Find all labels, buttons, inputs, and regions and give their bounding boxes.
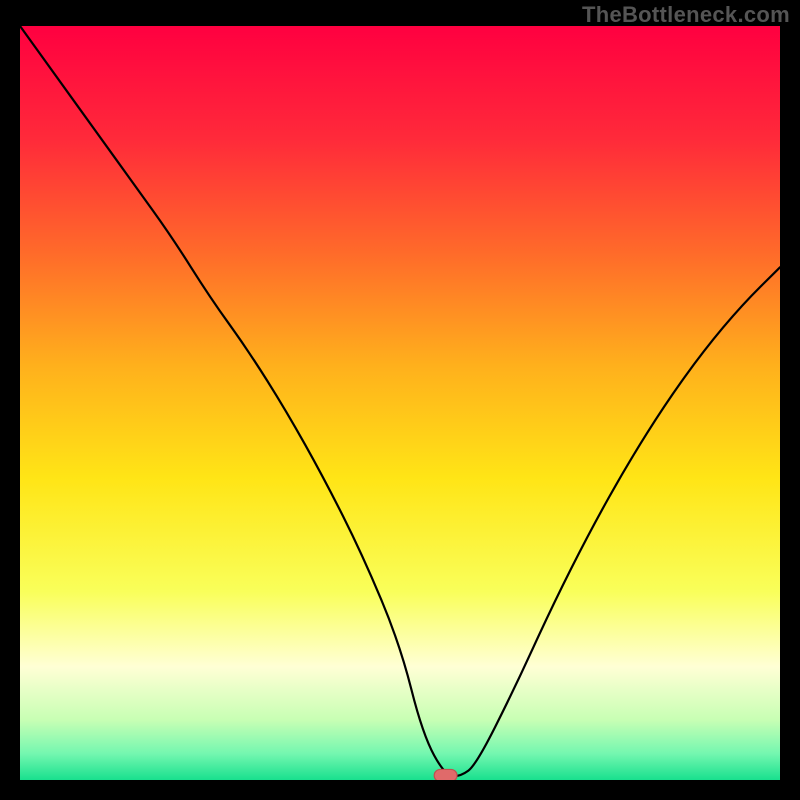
watermark-text: TheBottleneck.com bbox=[582, 2, 790, 28]
plot-area bbox=[20, 26, 780, 780]
chart-svg bbox=[20, 26, 780, 780]
chart-container: TheBottleneck.com bbox=[0, 0, 800, 800]
optimal-point-marker bbox=[434, 769, 457, 780]
